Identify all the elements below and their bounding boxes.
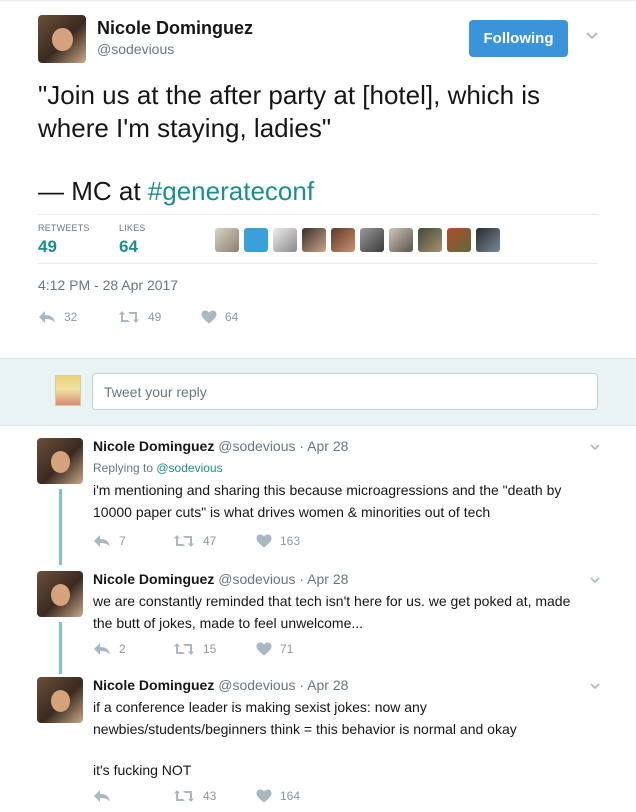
caret-down-icon[interactable]	[588, 440, 602, 454]
like-action[interactable]: 71	[256, 642, 293, 656]
avatar[interactable]	[37, 438, 83, 484]
caret-down-icon[interactable]	[584, 27, 600, 43]
like-count: 163	[280, 534, 301, 548]
reply-action[interactable]	[93, 789, 119, 803]
retweet-action[interactable]: 15	[173, 642, 216, 656]
retweet-icon	[174, 643, 194, 655]
like-action[interactable]: 163	[256, 534, 300, 548]
retweets-label: RETWEETS	[38, 223, 90, 233]
retweets-count[interactable]: 49	[38, 237, 57, 257]
following-button[interactable]: Following	[469, 20, 568, 57]
tweet-text: "Join us at the after party at [hotel], …	[38, 79, 608, 208]
heart-icon	[256, 789, 272, 803]
heart-icon	[256, 534, 272, 548]
reply-icon	[94, 790, 110, 802]
reply-text-line: we are constantly reminded that tech isn…	[93, 593, 571, 609]
reply-text: we are constantly reminded that tech isn…	[93, 590, 593, 634]
likes-label: LIKES	[119, 223, 146, 233]
main-tweet: Nicole Dominguez @sodevious Following "J…	[0, 0, 636, 358]
reply-author-name: Nicole Dominguez	[93, 438, 215, 454]
heart-icon	[201, 310, 217, 324]
reply-action[interactable]: 32	[38, 310, 77, 324]
tweet-text-prefix: — MC at	[38, 176, 148, 206]
thread-line	[59, 622, 62, 674]
reply-count: 2	[119, 642, 126, 656]
like-action[interactable]: 64	[201, 310, 238, 324]
like-action[interactable]: 164	[256, 789, 300, 803]
reply-author-name: Nicole Dominguez	[93, 677, 215, 693]
retweet-count: 49	[148, 310, 162, 324]
reply-author-name: Nicole Dominguez	[93, 571, 215, 587]
tweet-text-line: — MC at #generateconf	[38, 175, 608, 208]
liker-avatar[interactable]	[302, 228, 326, 252]
avatar[interactable]	[37, 677, 83, 723]
reply-text-line: newbies/students/beginners think = this …	[93, 721, 517, 737]
caret-down-icon[interactable]	[588, 573, 602, 587]
divider	[38, 263, 598, 264]
reply-author-meta: @sodevious · Apr 28	[218, 677, 349, 693]
retweet-action[interactable]: 49	[118, 310, 161, 324]
replying-to-prefix: Replying to	[93, 461, 157, 475]
liker-avatar[interactable]	[360, 228, 384, 252]
liker-avatar[interactable]	[244, 228, 268, 252]
tweet-text-line: "Join us at the after party at [hotel], …	[38, 80, 541, 110]
retweet-action[interactable]: 43	[173, 789, 216, 803]
avatar[interactable]	[38, 15, 86, 63]
liker-avatar[interactable]	[447, 228, 471, 252]
reply-text: if a conference leader is making sexist …	[93, 696, 593, 781]
reply-author-meta: @sodevious · Apr 28	[218, 571, 349, 587]
reply-text-line: i'm mentioning and sharing this because …	[93, 482, 562, 498]
liker-avatar[interactable]	[273, 228, 297, 252]
user-handle[interactable]: @sodevious	[97, 41, 174, 57]
tweet-timestamp[interactable]: 4:12 PM - 28 Apr 2017	[38, 277, 178, 293]
liker-avatar[interactable]	[389, 228, 413, 252]
reply-author[interactable]: Nicole Dominguez @sodevious · Apr 28	[93, 571, 348, 587]
liker-avatar[interactable]	[215, 228, 239, 252]
replying-to: Replying to @sodevious	[93, 461, 223, 475]
retweet-icon	[174, 790, 194, 802]
thread-line	[59, 489, 62, 565]
retweet-count: 15	[203, 642, 217, 656]
reply-text: i'm mentioning and sharing this because …	[93, 479, 593, 523]
like-count: 164	[280, 789, 301, 803]
reply-text-line: the butt of jokes, made to feel unwelcom…	[93, 615, 364, 631]
reply-text-line: 10000 paper cuts" is what drives women &…	[93, 504, 491, 520]
reply-author-meta: @sodevious · Apr 28	[218, 438, 349, 454]
reply-author[interactable]: Nicole Dominguez @sodevious · Apr 28	[93, 438, 348, 454]
reply-input[interactable]: Tweet your reply	[92, 373, 598, 410]
divider	[38, 214, 598, 215]
replying-to-handle[interactable]: @sodevious	[156, 461, 222, 475]
reply-icon	[39, 311, 55, 323]
like-count: 64	[225, 310, 239, 324]
liker-avatar[interactable]	[418, 228, 442, 252]
liker-avatar[interactable]	[476, 228, 500, 252]
retweet-icon	[119, 311, 139, 323]
liker-avatar[interactable]	[331, 228, 355, 252]
reply-action[interactable]: 7	[93, 534, 126, 548]
retweet-action[interactable]: 47	[173, 534, 216, 548]
reply-count: 7	[119, 534, 126, 548]
user-name[interactable]: Nicole Dominguez	[97, 18, 253, 39]
current-user-avatar	[55, 375, 81, 406]
reply-count: 32	[64, 310, 78, 324]
retweet-icon	[174, 535, 194, 547]
reply-icon	[94, 643, 110, 655]
avatar[interactable]	[37, 571, 83, 617]
tweet-text-line: where I'm staying, ladies"	[38, 113, 332, 143]
reply-text-line: it's fucking NOT	[93, 762, 192, 778]
hashtag-link[interactable]: #generateconf	[148, 176, 314, 206]
reply-text-line: if a conference leader is making sexist …	[93, 699, 427, 715]
caret-down-icon[interactable]	[588, 679, 602, 693]
retweet-count: 47	[203, 534, 217, 548]
heart-icon	[256, 642, 272, 656]
reply-author[interactable]: Nicole Dominguez @sodevious · Apr 28	[93, 677, 348, 693]
retweet-count: 43	[203, 789, 217, 803]
like-count: 71	[280, 642, 294, 656]
reply-action[interactable]: 2	[93, 642, 126, 656]
likers-avatars	[215, 228, 500, 252]
reply-icon	[94, 535, 110, 547]
likes-count[interactable]: 64	[119, 237, 138, 257]
